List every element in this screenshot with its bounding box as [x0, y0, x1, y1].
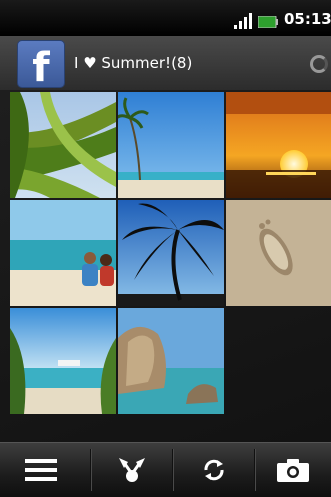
refresh-button[interactable]	[173, 443, 255, 497]
refresh-icon	[204, 459, 224, 481]
share-button[interactable]	[91, 443, 173, 497]
spinner-icon	[310, 55, 328, 73]
menu-icon	[25, 459, 57, 481]
camera-button[interactable]	[255, 443, 331, 497]
album-title: I ♥ Summer!(8)	[74, 54, 193, 72]
status-bar: 05:13	[0, 0, 331, 36]
cruise-ship-beach-photo[interactable]	[10, 308, 116, 414]
footprint-in-sand-photo[interactable]	[226, 200, 331, 306]
share-icon	[119, 458, 145, 482]
menu-button[interactable]	[0, 443, 82, 497]
facebook-logo-letter: f	[32, 45, 50, 91]
rocky-shore-photo[interactable]	[118, 308, 224, 414]
beach-palm-photo[interactable]	[118, 92, 224, 198]
facebook-logo-icon[interactable]: f	[17, 40, 65, 91]
signal-icon	[234, 13, 252, 29]
status-time: 05:13	[284, 10, 331, 28]
palm-silhouette-photo[interactable]	[118, 200, 224, 306]
camera-icon	[277, 459, 309, 482]
bottom-toolbar	[0, 442, 331, 497]
battery-icon	[258, 16, 278, 28]
sunset-photo[interactable]	[226, 92, 331, 198]
couple-on-beach-photo[interactable]	[10, 200, 116, 306]
palm-leaf-photo[interactable]	[10, 92, 116, 198]
album-header: f I ♥ Summer!(8)	[0, 36, 331, 91]
